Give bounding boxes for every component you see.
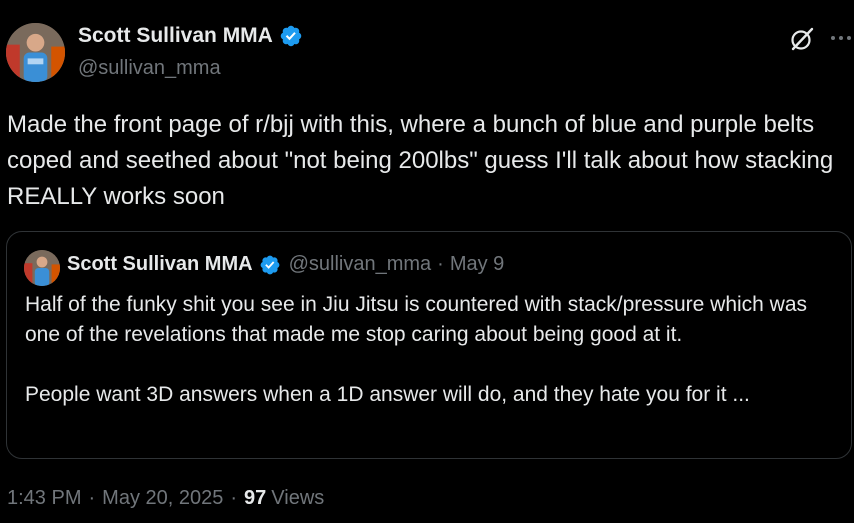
quoted-tweet-card[interactable]: Scott Sullivan MMA @sullivan_mma · May 9… [6,231,852,459]
quoted-header: Scott Sullivan MMA @sullivan_mma · May 9 [67,253,504,276]
more-icon[interactable] [828,24,854,52]
quoted-author-handle: @sullivan_mma [288,253,432,275]
verified-badge-icon [260,255,279,274]
avatar-image [24,250,60,286]
tweet-date[interactable]: May 20, 2025 [102,487,223,510]
quoted-date: May 9 [449,253,505,275]
quoted-author-name: Scott Sullivan MMA [67,253,253,275]
meta-separator: · [230,487,238,509]
quoted-text: Half of the funky shit you see in Jiu Ji… [25,290,825,410]
tweet-time[interactable]: 1:43 PM [7,487,81,510]
tweet-meta: 1:43 PM · May 20, 2025 · 97 Views [7,487,324,510]
meta-separator: · [88,487,96,509]
author-name[interactable]: Scott Sullivan MMA [78,24,273,48]
quoted-author-avatar [24,250,60,286]
tweet-text: Made the front page of r/bjj with this, … [7,111,840,210]
verified-badge-icon [280,25,302,47]
quoted-separator: · [437,253,444,275]
quoted-paragraph: People want 3D answers when a 1D answer … [25,383,750,406]
author-name-row: Scott Sullivan MMA [78,24,303,48]
avatar-image [6,23,65,82]
author-avatar[interactable] [6,23,65,82]
views-label: Views [271,487,325,509]
grok-icon[interactable] [788,25,816,53]
author-handle[interactable]: @sullivan_mma [78,57,221,80]
quoted-paragraph: Half of the funky shit you see in Jiu Ji… [25,293,808,346]
views-count: 97 [244,487,267,509]
